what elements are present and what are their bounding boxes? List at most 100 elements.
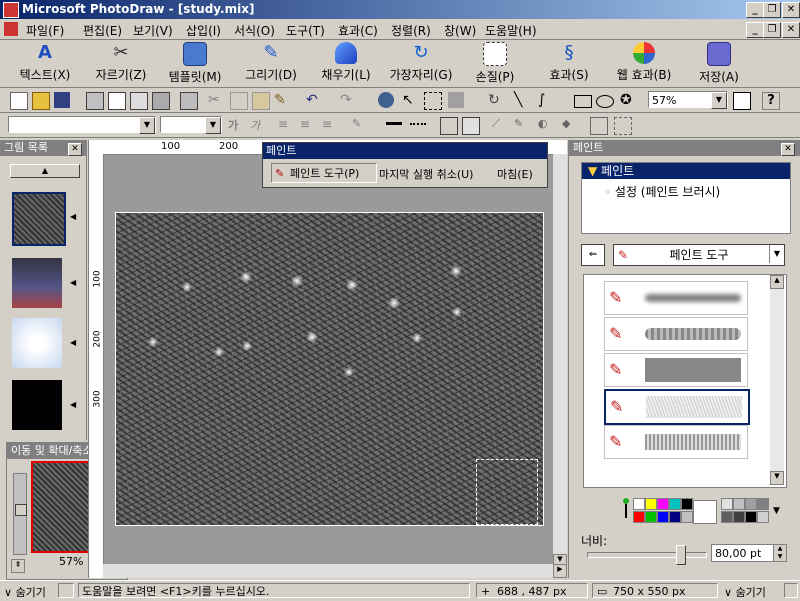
brush-item-1[interactable]: ✎ [604,281,748,315]
thumbnail-menu-arrow[interactable]: ◀ [70,212,76,221]
doc-restore-button[interactable]: ❐ [763,22,781,38]
select-icon[interactable] [424,92,442,110]
bold-icon[interactable]: 가 [228,117,244,133]
cut-icon[interactable]: ✂ [208,92,224,108]
tool-select[interactable]: ✎ 페인트 도구 ▼ [613,244,785,266]
color-swatch[interactable] [669,511,681,523]
scroll-right-button[interactable]: ▶ [553,564,567,578]
zoom-combo[interactable]: 57% ▼ [648,91,728,109]
thumbnail-menu-arrow[interactable]: ◀ [70,400,76,409]
save-small-icon[interactable] [54,92,70,108]
paint-panel-close-button[interactable]: ✕ [781,143,795,156]
brush-item-3[interactable]: ✎ [604,353,748,387]
template-button[interactable]: 템플릿(M) [160,42,230,85]
brush-scroll-up[interactable]: ▲ [770,275,784,289]
panel-right-icon[interactable] [784,583,798,598]
doc-icon[interactable] [4,22,18,36]
color-swatch[interactable] [681,498,693,510]
zoom-dropdown-arrow[interactable]: ▼ [711,92,727,109]
new-icon[interactable] [10,92,28,110]
color-swatch[interactable] [633,511,645,523]
redo-icon[interactable]: ↷ [340,92,356,108]
tool-select-arrow[interactable]: ▼ [769,245,784,263]
help-icon[interactable]: ? [762,92,780,110]
align-center-icon[interactable]: ≡ [300,117,316,133]
menu-view[interactable]: 보기(V) [133,22,173,39]
thumbnail-black[interactable] [12,380,62,430]
effects-button[interactable]: § 효과(S) [540,42,598,83]
thumbnail-snow[interactable] [12,318,62,368]
pen-tool-icon[interactable]: ✎ [514,117,530,133]
ungroup-icon[interactable] [614,117,632,135]
panel-icon[interactable] [58,583,74,598]
width-slider-thumb[interactable] [676,545,686,565]
menu-format[interactable]: 서식(O) [234,22,275,39]
color-swatch[interactable] [633,498,645,510]
italic-icon[interactable]: 가 [250,117,266,133]
palette-more-arrow[interactable]: ▼ [773,500,785,522]
gray-swatch[interactable] [745,498,757,510]
line-color-icon[interactable]: ✎ [352,117,368,133]
align-left-icon[interactable]: ≡ [278,117,294,133]
color-picker-icon[interactable]: ◐ [538,117,554,133]
brush-item-4-selected[interactable]: ✎ [604,389,750,425]
hyperlink-icon[interactable] [378,92,394,108]
fill-button[interactable]: 채우기(L) [315,42,377,83]
undo-last-button[interactable]: 마지막 실행 취소(U) [379,166,473,182]
font-combo[interactable]: ▼ [8,116,156,134]
color-swatch[interactable] [657,498,669,510]
gray-swatch[interactable] [733,511,745,523]
maximize-button[interactable]: ❐ [763,2,781,18]
crop-button[interactable]: ✂ 자르기(Z) [90,42,152,83]
align-right-icon[interactable]: ≡ [322,117,338,133]
paste-icon[interactable] [252,92,270,110]
menu-effects[interactable]: 효과(C) [338,22,378,39]
hide-right-toggle[interactable]: ∨ 숨기기 [724,584,766,600]
copy-icon[interactable] [230,92,248,110]
draw-button[interactable]: ✎ 그리기(D) [240,42,302,83]
brush-item-2[interactable]: ✎ [604,317,748,351]
canvas-image[interactable] [115,212,544,526]
line-weight-icon[interactable] [386,122,402,131]
line-icon[interactable]: ╲ [514,92,530,108]
width-input[interactable]: 80,00 pt ▲ ▼ [711,544,787,562]
camera-icon[interactable] [152,92,170,110]
format-painter-icon[interactable]: ✎ [274,92,290,108]
print-icon[interactable] [86,92,104,110]
3d-icon[interactable] [462,117,480,135]
back-button[interactable]: ⇐ [581,244,605,266]
pointer-icon[interactable]: ↖ [402,92,418,108]
print-preview-icon[interactable] [108,92,126,110]
color-swatch[interactable] [657,511,669,523]
zoom-fit-icon[interactable] [733,92,751,110]
doc-minimize-button[interactable]: _ [746,22,764,38]
shape-icon[interactable]: ✪ [620,92,636,108]
menu-insert[interactable]: 삽입(I) [186,22,221,39]
current-color-swatch[interactable] [693,500,717,524]
outline-button[interactable]: ↻ 가장자리(G) [384,42,458,83]
font-size-dropdown-arrow[interactable]: ▼ [205,117,221,134]
menu-arrange[interactable]: 정렬(R) [391,22,431,39]
finish-button[interactable]: 마침(E) [497,166,533,182]
tree-child[interactable]: ◦ 설정 (페인트 브러시) [604,183,720,200]
font-dropdown-arrow[interactable]: ▼ [139,117,155,134]
gray-swatch[interactable] [745,511,757,523]
thumbnail-menu-arrow[interactable]: ◀ [70,278,76,287]
gray-swatch[interactable] [721,511,733,523]
close-button[interactable]: ✕ [782,2,800,18]
rectangle-icon[interactable] [574,95,592,108]
menu-help[interactable]: 도움말(H) [485,22,537,39]
touchup-button[interactable]: 손질(P) [466,42,524,85]
font-size-combo[interactable]: ▼ [160,116,222,134]
color-swatch[interactable] [669,498,681,510]
app-icon[interactable] [3,2,19,18]
digital-camera-icon[interactable] [180,92,198,110]
menu-edit[interactable]: 편집(E) [83,22,122,39]
picture-list-scroll-up[interactable]: ▲ [10,164,80,178]
hide-left-toggle[interactable]: ∨ 숨기기 [4,584,46,600]
color-swatch[interactable] [681,511,693,523]
vertical-scrollbar[interactable]: ▼ [553,154,567,566]
thumbnail-menu-arrow[interactable]: ◀ [70,338,76,347]
thumbnail-texture[interactable] [12,192,66,246]
zoom-slider[interactable] [13,473,27,555]
